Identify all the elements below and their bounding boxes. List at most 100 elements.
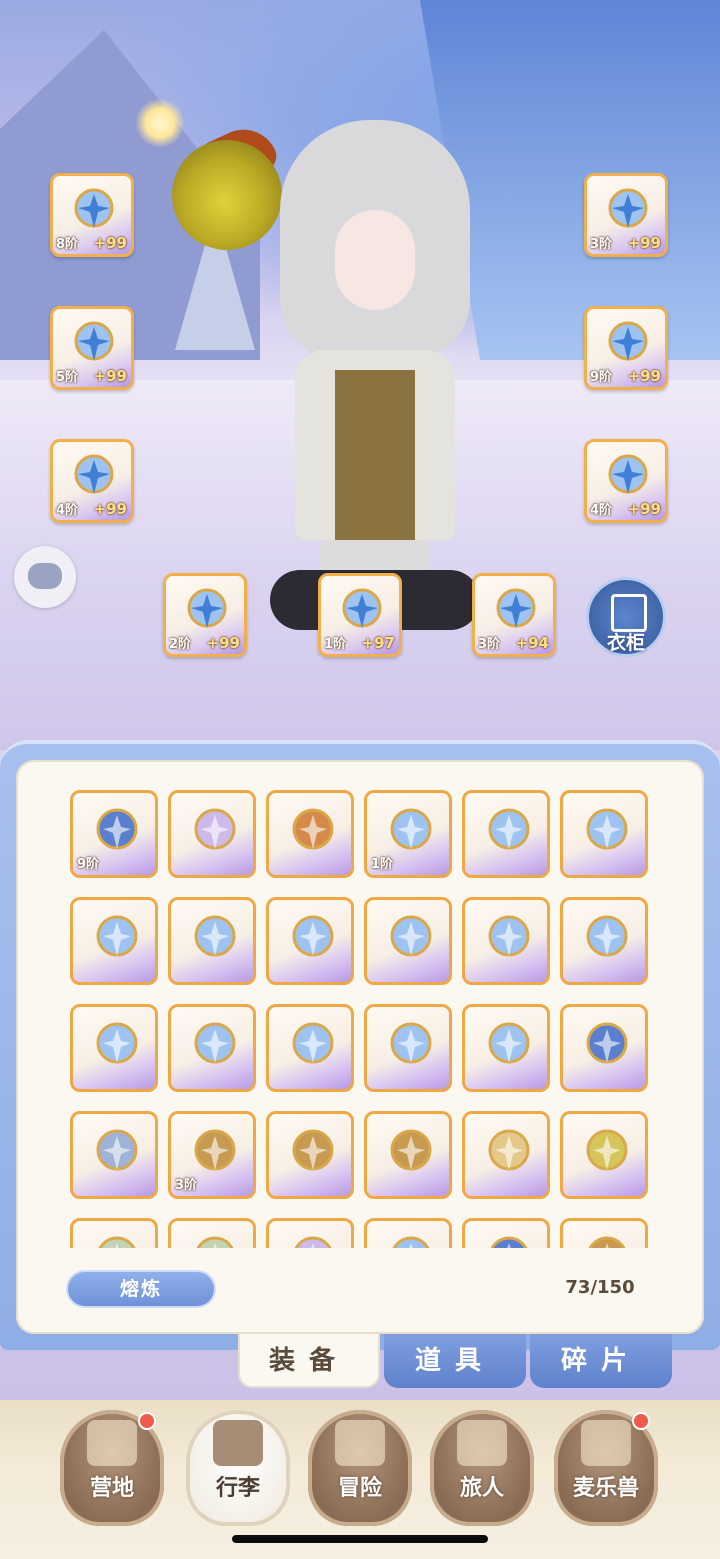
character-dress-panel bbox=[335, 370, 415, 560]
slot-pants[interactable]: 4阶 +99 bbox=[50, 439, 134, 523]
slot-armor[interactable]: 5阶 +99 bbox=[50, 306, 134, 390]
tab-equipment[interactable]: 装备 bbox=[238, 1334, 380, 1388]
helmet-icon bbox=[601, 184, 655, 238]
gauntlet-icon bbox=[581, 1231, 633, 1248]
crystal-staff-icon bbox=[483, 1017, 535, 1075]
nav-adventure[interactable]: 冒险 bbox=[308, 1410, 412, 1526]
crossed-swords-icon bbox=[335, 1420, 385, 1466]
gauntlet-icon bbox=[385, 1124, 437, 1182]
item-tier: 9阶 bbox=[77, 857, 100, 872]
inventory-item[interactable] bbox=[560, 1111, 648, 1199]
inventory-item[interactable] bbox=[168, 1218, 256, 1248]
inventory-item[interactable] bbox=[462, 1218, 550, 1248]
inventory-item[interactable] bbox=[266, 1218, 354, 1248]
inventory-item[interactable] bbox=[462, 1004, 550, 1092]
item-tier: 3阶 bbox=[175, 1178, 198, 1193]
slot-enhance: +99 bbox=[93, 367, 127, 385]
chat-bubble-icon bbox=[28, 563, 62, 589]
inventory-item[interactable]: 9阶 bbox=[70, 790, 158, 878]
tab-items[interactable]: 道具 bbox=[384, 1334, 526, 1388]
crystal-staff-icon bbox=[189, 1017, 241, 1075]
crystal-staff-icon bbox=[385, 1231, 437, 1248]
orb-icon bbox=[287, 1231, 339, 1248]
inventory-item[interactable] bbox=[364, 1111, 452, 1199]
horn-charm-icon bbox=[489, 584, 543, 638]
nav-traveler[interactable]: 旅人 bbox=[430, 1410, 534, 1526]
crystal-staff-icon bbox=[581, 803, 633, 861]
slot-necklace[interactable]: 1阶 +97 bbox=[318, 573, 402, 657]
inventory-item[interactable]: 1阶 bbox=[364, 790, 452, 878]
traveler-icon bbox=[457, 1420, 507, 1466]
inventory-item[interactable] bbox=[266, 897, 354, 985]
slot-tier: 4阶 bbox=[56, 503, 79, 518]
inventory-capacity: 73/150 bbox=[565, 1277, 635, 1298]
inventory-item[interactable] bbox=[70, 1218, 158, 1248]
slot-boots[interactable]: 4阶 +99 bbox=[584, 439, 668, 523]
inventory-item[interactable] bbox=[266, 790, 354, 878]
home-indicator[interactable] bbox=[232, 1535, 488, 1543]
slot-enhance: +97 bbox=[361, 634, 395, 652]
slot-enhance: +99 bbox=[93, 234, 127, 252]
chest-armor-icon bbox=[67, 317, 121, 371]
inventory-item[interactable] bbox=[70, 1004, 158, 1092]
crystal-staff-icon bbox=[287, 1017, 339, 1075]
inventory-item[interactable] bbox=[364, 1218, 452, 1248]
wardrobe-icon bbox=[611, 594, 647, 632]
inventory-item[interactable] bbox=[462, 1111, 550, 1199]
helmet-icon bbox=[483, 1231, 535, 1248]
character-model[interactable] bbox=[255, 100, 495, 630]
nav-luggage[interactable]: 行李 bbox=[186, 1410, 290, 1526]
necklace-icon bbox=[91, 1231, 143, 1248]
inventory-item[interactable] bbox=[560, 1218, 648, 1248]
chest-armor-icon bbox=[91, 1124, 143, 1182]
inventory-item[interactable]: 3阶 bbox=[168, 1111, 256, 1199]
nav-label: 麦乐兽 bbox=[572, 1476, 639, 1501]
orb-icon bbox=[189, 803, 241, 861]
inventory-item[interactable] bbox=[266, 1111, 354, 1199]
slot-enhance: +99 bbox=[93, 500, 127, 518]
slot-tier: 9阶 bbox=[590, 370, 613, 385]
slot-ring[interactable]: 2阶 +99 bbox=[163, 573, 247, 657]
inventory-item[interactable] bbox=[266, 1004, 354, 1092]
inventory-item[interactable] bbox=[560, 1004, 648, 1092]
slot-weapon[interactable]: 8阶 +99 bbox=[50, 173, 134, 257]
ring-icon bbox=[581, 1124, 633, 1182]
slot-tier: 3阶 bbox=[478, 637, 501, 652]
chat-button[interactable] bbox=[14, 546, 76, 608]
inventory-grid[interactable]: 9阶 1阶 3阶 bbox=[70, 790, 652, 1248]
horn-charm-icon bbox=[287, 803, 339, 861]
crystal-staff-icon bbox=[287, 910, 339, 968]
inventory-item[interactable] bbox=[168, 790, 256, 878]
nav-label: 营地 bbox=[89, 1476, 134, 1501]
necklace-icon bbox=[335, 584, 389, 638]
backpack-icon bbox=[213, 1420, 263, 1466]
smelt-button[interactable]: 熔炼 bbox=[66, 1270, 216, 1308]
slot-tier: 4阶 bbox=[590, 503, 613, 518]
slot-enhance: +99 bbox=[206, 634, 240, 652]
nav-label: 行李 bbox=[215, 1476, 260, 1501]
inventory-item[interactable] bbox=[462, 897, 550, 985]
wardrobe-button[interactable]: 衣柜 bbox=[586, 577, 666, 657]
inventory-item[interactable] bbox=[560, 790, 648, 878]
gauntlet-icon bbox=[601, 317, 655, 371]
slot-charm[interactable]: 3阶 +94 bbox=[472, 573, 556, 657]
inventory-item[interactable] bbox=[168, 1004, 256, 1092]
inventory-item[interactable] bbox=[168, 897, 256, 985]
crystal-staff-icon bbox=[385, 1017, 437, 1075]
inventory-item[interactable] bbox=[70, 897, 158, 985]
inventory-item[interactable] bbox=[70, 1111, 158, 1199]
notification-badge bbox=[138, 1412, 156, 1430]
crystal-staff-icon bbox=[385, 910, 437, 968]
slot-helmet[interactable]: 3阶 +99 bbox=[584, 173, 668, 257]
slot-tier: 8阶 bbox=[56, 237, 79, 252]
tab-fragments[interactable]: 碎片 bbox=[530, 1334, 672, 1388]
slot-enhance: +99 bbox=[627, 367, 661, 385]
inventory-item[interactable] bbox=[462, 790, 550, 878]
helmet-icon bbox=[581, 1017, 633, 1075]
character-face bbox=[335, 210, 415, 310]
slot-gauntlet[interactable]: 9阶 +99 bbox=[584, 306, 668, 390]
inventory-item[interactable] bbox=[364, 897, 452, 985]
inventory-item[interactable] bbox=[364, 1004, 452, 1092]
inventory-item[interactable] bbox=[560, 897, 648, 985]
crystal-staff-icon bbox=[581, 910, 633, 968]
